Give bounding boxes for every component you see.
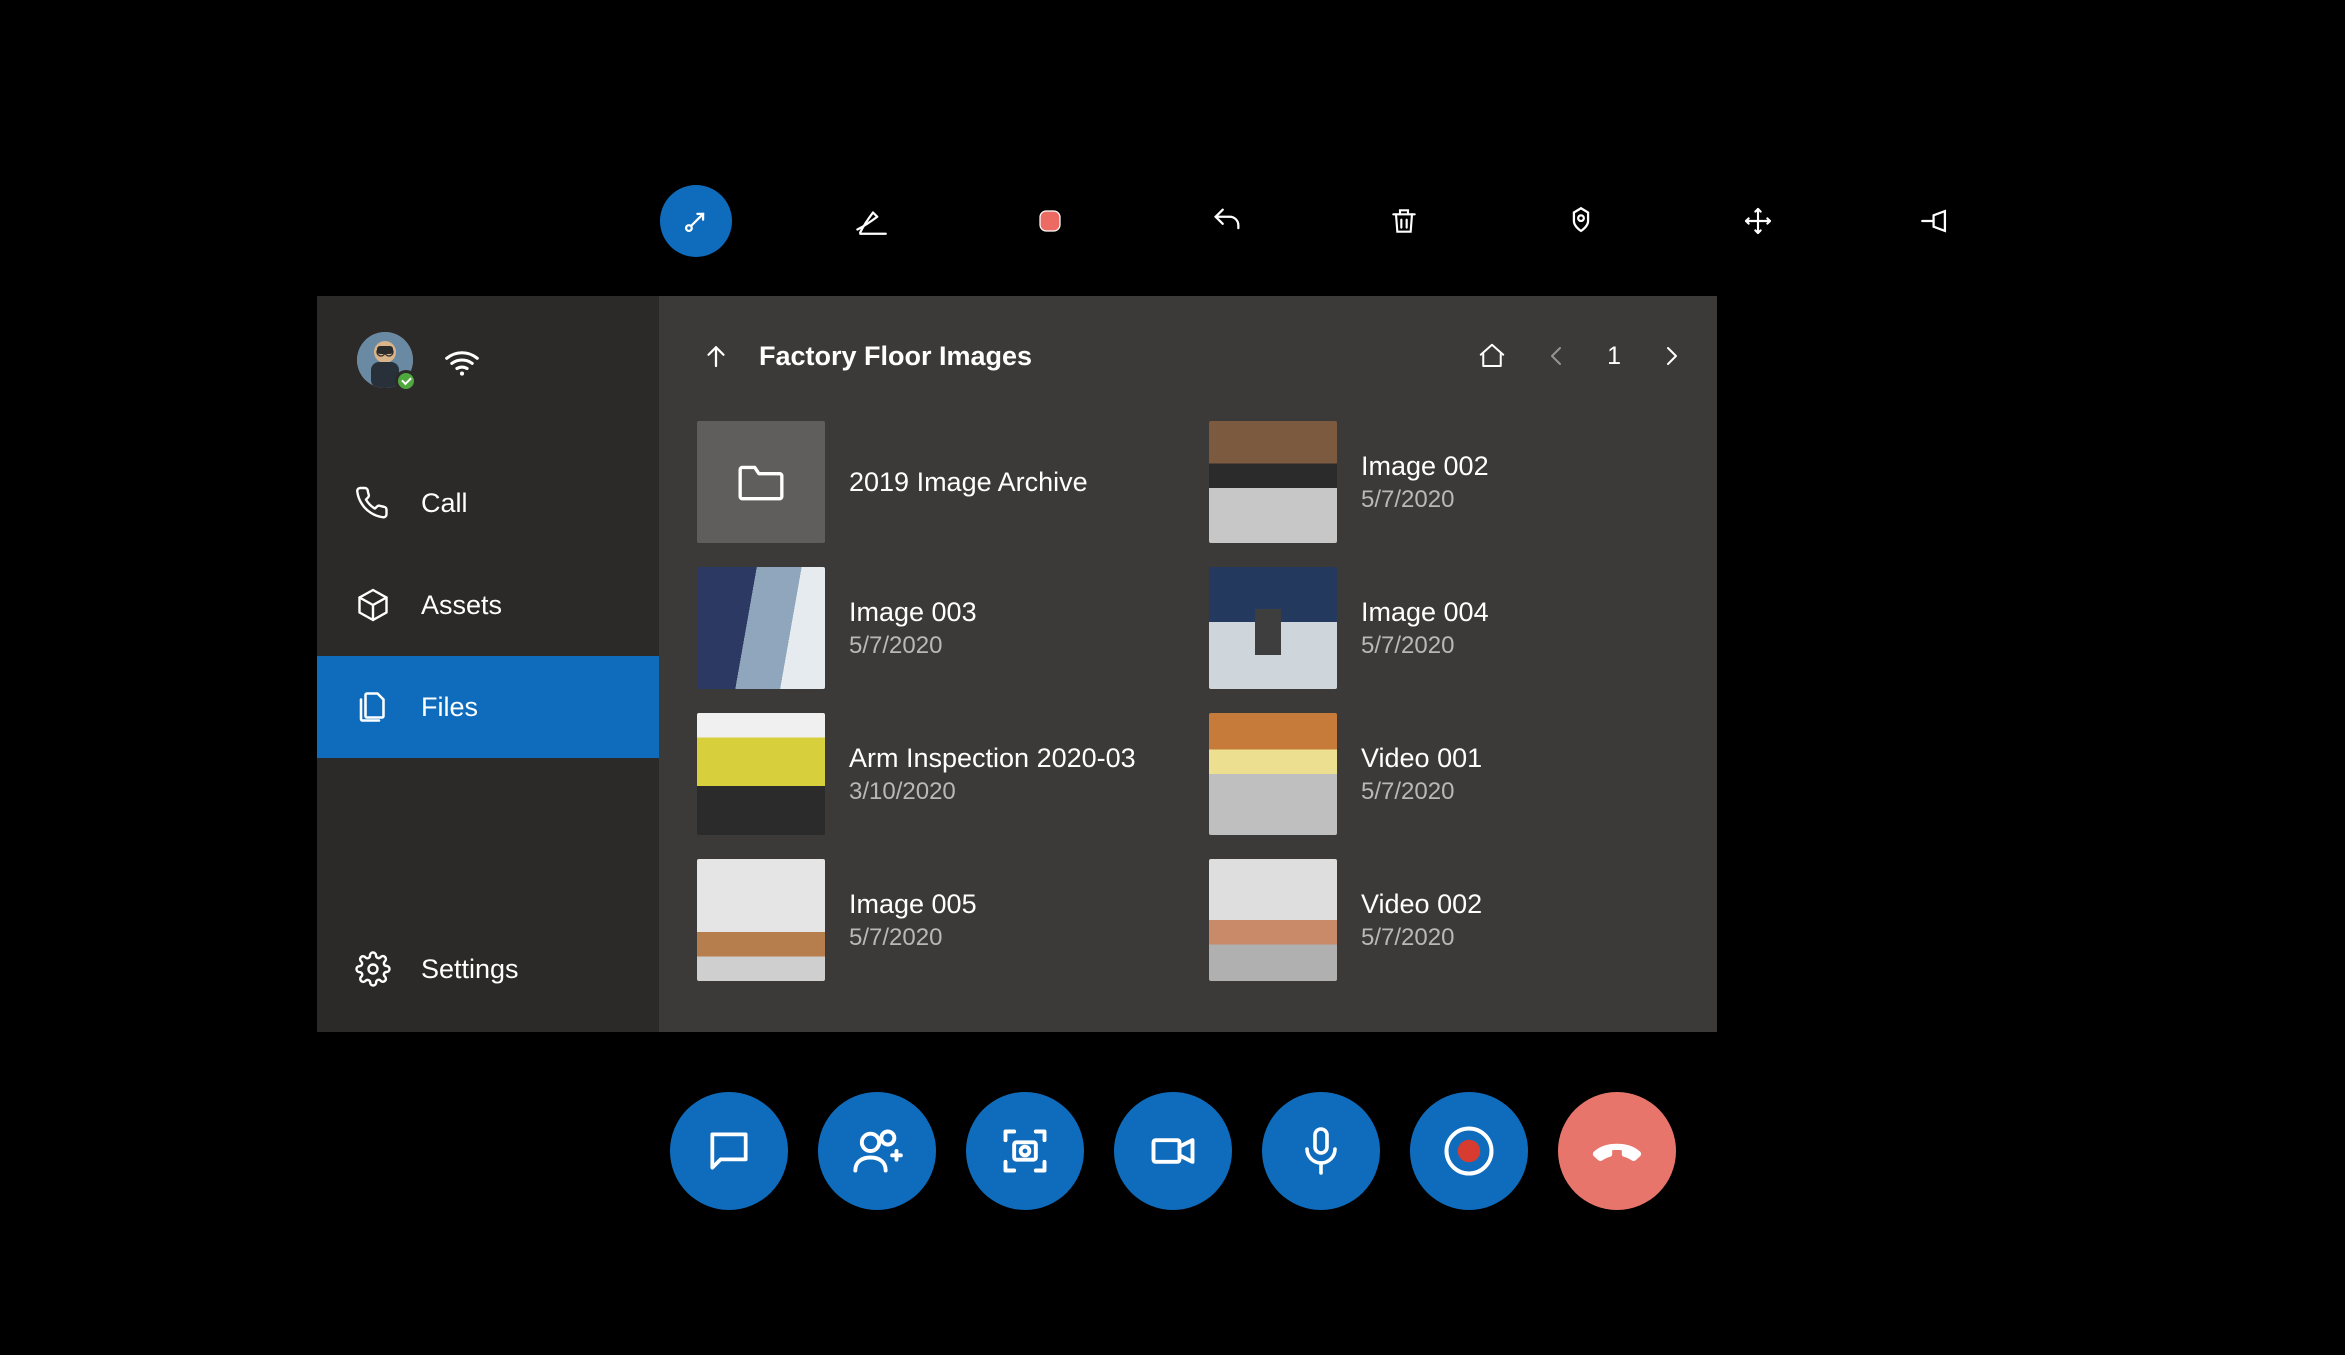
home-button[interactable] <box>1477 341 1507 371</box>
folder-title: Factory Floor Images <box>759 341 1032 372</box>
record-button[interactable] <box>1410 1092 1528 1210</box>
file-name: Image 002 <box>1361 451 1489 482</box>
snapshot-button[interactable] <box>966 1092 1084 1210</box>
target-button[interactable] <box>1545 185 1617 257</box>
file-name: Image 003 <box>849 597 977 628</box>
video-button[interactable] <box>1114 1092 1232 1210</box>
file-item[interactable]: Image 005 5/7/2020 <box>697 856 1179 984</box>
pin-button[interactable] <box>1899 185 1971 257</box>
sidebar-item-assets[interactable]: Assets <box>317 554 659 656</box>
record-icon <box>1442 1124 1496 1178</box>
file-item[interactable]: Image 003 5/7/2020 <box>697 564 1179 692</box>
file-item[interactable]: Image 004 5/7/2020 <box>1209 564 1691 692</box>
file-date: 5/7/2020 <box>849 632 977 660</box>
avatar[interactable] <box>357 332 413 388</box>
add-participant-button[interactable] <box>818 1092 936 1210</box>
annotation-toolbar <box>660 185 1971 257</box>
folder-icon <box>697 421 825 543</box>
gear-icon <box>355 951 391 987</box>
delete-button[interactable] <box>1368 185 1440 257</box>
move-button[interactable] <box>1722 185 1794 257</box>
file-name: Video 002 <box>1361 889 1482 920</box>
prev-page-button[interactable] <box>1545 341 1569 371</box>
network-status-icon <box>441 343 483 377</box>
file-date: 5/7/2020 <box>1361 632 1489 660</box>
video-icon <box>1147 1125 1199 1177</box>
file-name: Video 001 <box>1361 743 1482 774</box>
sidebar: Call Assets Files <box>317 296 659 1032</box>
file-name: 2019 Image Archive <box>849 467 1088 498</box>
sidebar-item-files[interactable]: Files <box>317 656 659 758</box>
file-name: Image 005 <box>849 889 977 920</box>
file-item[interactable]: Video 001 5/7/2020 <box>1209 710 1691 838</box>
file-item-folder[interactable]: 2019 Image Archive <box>697 418 1179 546</box>
files-icon <box>355 689 391 725</box>
content-header: Factory Floor Images 1 <box>659 296 1717 396</box>
sidebar-item-label: Settings <box>421 954 519 985</box>
files-panel: Call Assets Files <box>317 296 1717 1032</box>
sidebar-item-label: Call <box>421 488 468 519</box>
box-icon <box>355 587 391 623</box>
sidebar-item-label: Assets <box>421 590 502 621</box>
presence-available-icon <box>395 370 417 392</box>
file-name: Arm Inspection 2020-03 <box>849 743 1136 774</box>
people-add-icon <box>851 1125 903 1177</box>
shape-tool-button[interactable] <box>1014 185 1086 257</box>
microphone-icon <box>1297 1124 1345 1178</box>
profile-row <box>317 296 659 418</box>
file-item[interactable]: Image 002 5/7/2020 <box>1209 418 1691 546</box>
thumbnail <box>1209 859 1337 981</box>
file-date: 3/10/2020 <box>849 778 1136 806</box>
file-date: 5/7/2020 <box>1361 924 1482 952</box>
pointer-tool-button[interactable] <box>660 185 732 257</box>
thumbnail <box>1209 421 1337 543</box>
file-grid: 2019 Image Archive Image 002 5/7/2020 Im… <box>659 396 1717 1032</box>
thumbnail <box>697 713 825 835</box>
file-item[interactable]: Arm Inspection 2020-03 3/10/2020 <box>697 710 1179 838</box>
up-folder-button[interactable] <box>701 341 731 371</box>
thumbnail <box>1209 713 1337 835</box>
file-item[interactable]: Video 002 5/7/2020 <box>1209 856 1691 984</box>
file-date: 5/7/2020 <box>849 924 977 952</box>
chat-button[interactable] <box>670 1092 788 1210</box>
undo-button[interactable] <box>1191 185 1263 257</box>
file-date: 5/7/2020 <box>1361 778 1482 806</box>
hangup-icon <box>1588 1122 1646 1180</box>
hangup-button[interactable] <box>1558 1092 1676 1210</box>
sidebar-item-label: Files <box>421 692 478 723</box>
thumbnail <box>1209 567 1337 689</box>
sidebar-item-settings[interactable]: Settings <box>317 918 659 1020</box>
next-page-button[interactable] <box>1659 341 1683 371</box>
thumbnail <box>697 859 825 981</box>
page-number: 1 <box>1607 342 1621 371</box>
mic-button[interactable] <box>1262 1092 1380 1210</box>
content-area: Factory Floor Images 1 <box>659 296 1717 1032</box>
sidebar-item-call[interactable]: Call <box>317 452 659 554</box>
ink-tool-button[interactable] <box>837 185 909 257</box>
camera-capture-icon <box>999 1125 1051 1177</box>
call-controls <box>670 1092 1676 1210</box>
file-date: 5/7/2020 <box>1361 486 1489 514</box>
thumbnail <box>697 567 825 689</box>
file-name: Image 004 <box>1361 597 1489 628</box>
phone-icon <box>355 485 391 521</box>
chat-icon <box>704 1126 754 1176</box>
